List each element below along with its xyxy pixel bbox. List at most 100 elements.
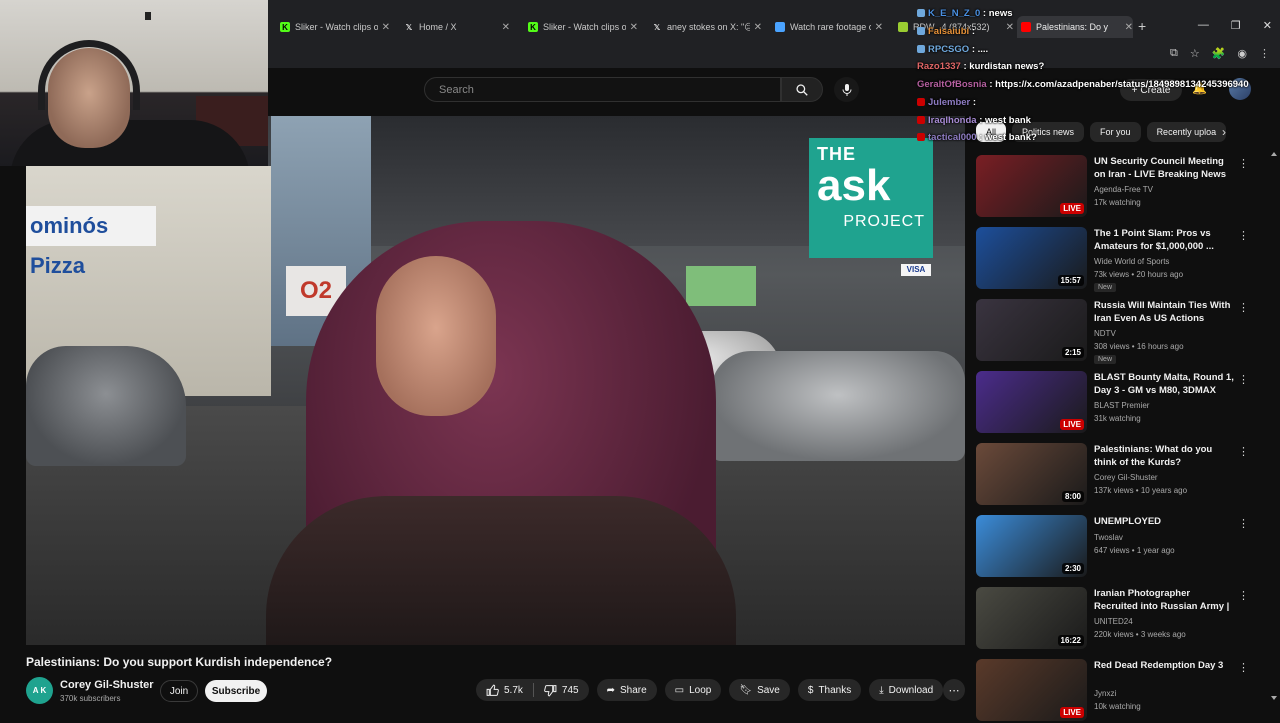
recommended-video-title[interactable]: The 1 Point Slam: Pros vs Amateurs for $…: [1094, 227, 1234, 253]
channel-name[interactable]: Corey Gil-Shuster: [60, 679, 154, 691]
search-button[interactable]: [781, 77, 823, 102]
thanks-button[interactable]: $ Thanks: [797, 679, 862, 701]
bookmark-star-icon[interactable]: ☆: [1190, 47, 1200, 60]
browser-tab[interactable]: 𝕏aney stokes on X: "😑 ✕: [648, 16, 762, 38]
recommended-video[interactable]: 8:00 Palestinians: What do you think of t…: [976, 443, 1256, 507]
video-thumbnail[interactable]: LIVE: [976, 659, 1087, 721]
kebab-menu-icon[interactable]: ⋮: [1238, 661, 1249, 674]
recommended-video[interactable]: LIVE BLAST Bounty Malta, Round 1, Day 3 -…: [976, 371, 1256, 435]
kebab-menu-icon[interactable]: ⋮: [1238, 445, 1249, 458]
kebab-menu-icon[interactable]: ⋮: [1238, 373, 1249, 386]
download-button[interactable]: ⤓ Download: [869, 679, 944, 701]
duration-badge: 2:15: [1061, 347, 1084, 358]
profile-icon[interactable]: ◉: [1237, 47, 1247, 60]
sidebar-scrollbar[interactable]: [1271, 152, 1277, 700]
recommended-video-title[interactable]: Red Dead Redemption Day 3: [1094, 659, 1234, 672]
save-button[interactable]: 🔖︎ Save: [729, 679, 790, 701]
recommended-video-title[interactable]: UNEMPLOYED: [1094, 515, 1234, 528]
recommended-video[interactable]: LIVE Red Dead Redemption Day 3 Jynxzi 10k w…: [976, 659, 1256, 723]
kebab-menu-icon[interactable]: ⋮: [1238, 589, 1249, 602]
recommended-video-title[interactable]: Iranian Photographer Recruited into Russ…: [1094, 587, 1234, 614]
browser-tab[interactable]: Palestinians: Do y ✕: [1017, 16, 1133, 38]
loop-button[interactable]: ▭ Loop: [664, 679, 722, 701]
recommended-channel-name[interactable]: Twoslav: [1094, 533, 1123, 542]
browser-tab[interactable]: K Sliker - Watch clips o ✕: [276, 16, 390, 38]
close-tab-icon[interactable]: ✕: [502, 22, 510, 33]
join-button[interactable]: Join: [160, 680, 198, 702]
close-tab-icon[interactable]: ✕: [1006, 22, 1014, 33]
video-thumbnail[interactable]: 8:00: [976, 443, 1087, 505]
recommended-video[interactable]: 2:15 Russia Will Maintain Ties With Iran …: [976, 299, 1256, 364]
close-tab-icon[interactable]: ✕: [1125, 22, 1133, 33]
minimize-icon[interactable]: —: [1198, 19, 1209, 32]
video-player[interactable]: ominós Pizza O2 THE ask PROJECT VISA: [26, 116, 965, 645]
browser-tab-title: Palestinians: Do y: [1036, 22, 1109, 32]
loop-label: Loop: [689, 684, 712, 696]
browser-tab[interactable]: Watch rare footage o ✕: [771, 16, 883, 38]
browser-tab-title: aney stokes on X: "😑: [667, 21, 750, 32]
extension-icon[interactable]: 🧩: [1212, 47, 1226, 60]
kebab-menu-icon[interactable]: ⋮: [1238, 229, 1249, 242]
filter-chip[interactable]: Politics news: [1012, 122, 1085, 142]
new-tab-button[interactable]: +: [1138, 18, 1146, 34]
create-button[interactable]: + Create: [1120, 79, 1182, 101]
dislike-button[interactable]: 745: [534, 679, 589, 701]
close-tab-icon[interactable]: ✕: [630, 22, 638, 33]
recommended-video-title[interactable]: Palestinians: What do you think of the K…: [1094, 443, 1234, 469]
close-tab-icon[interactable]: ✕: [754, 22, 762, 33]
kebab-menu-icon[interactable]: ⋮: [1238, 157, 1249, 170]
filter-chip[interactable]: For you: [1090, 122, 1141, 142]
account-avatar[interactable]: [1229, 78, 1251, 100]
video-thumbnail[interactable]: 2:15: [976, 299, 1087, 361]
create-label: Create: [1140, 84, 1171, 96]
recommended-video[interactable]: LIVE UN Security Council Meeting on Iran …: [976, 155, 1256, 219]
kebab-menu-icon[interactable]: ⋮: [1238, 517, 1249, 530]
dollar-heart-icon: $: [807, 684, 814, 696]
browser-menu-icon[interactable]: ⋮: [1259, 47, 1270, 60]
voice-search-button[interactable]: [834, 77, 859, 102]
person-body: [266, 496, 736, 645]
dominos-sign: ominós Pizza: [26, 206, 156, 278]
share-button[interactable]: ➦ Share: [596, 679, 657, 701]
recommended-video[interactable]: 2:30 UNEMPLOYED Twoslav 647 views • 1 year …: [976, 515, 1256, 579]
download-label: Download: [888, 684, 934, 696]
recommended-video-title[interactable]: Russia Will Maintain Ties With Iran Even…: [1094, 299, 1234, 326]
kebab-menu-icon[interactable]: ⋮: [1238, 301, 1249, 314]
video-thumbnail[interactable]: 2:30: [976, 515, 1087, 577]
recommended-video-title[interactable]: UN Security Council Meeting on Iran - LI…: [1094, 155, 1234, 182]
ask-project-logo: THE ask PROJECT: [809, 138, 933, 258]
recommended-channel-name[interactable]: Jynxzi: [1094, 689, 1116, 698]
video-thumbnail[interactable]: 16:22: [976, 587, 1087, 649]
like-button[interactable]: 5.7k: [476, 679, 533, 701]
subscribe-button[interactable]: Subscribe: [205, 680, 267, 702]
recommended-video[interactable]: 15:57 The 1 Point Slam: Pros vs Amateurs …: [976, 227, 1256, 292]
chevron-right-icon[interactable]: ›: [1222, 125, 1226, 139]
recommended-video[interactable]: 16:22 Iranian Photographer Recruited into…: [976, 587, 1256, 651]
recommended-channel-name[interactable]: BLAST Premier: [1094, 401, 1149, 410]
video-thumbnail[interactable]: 15:57: [976, 227, 1087, 289]
recommended-video-title[interactable]: BLAST Bounty Malta, Round 1, Day 3 - GM …: [1094, 371, 1234, 398]
restore-icon[interactable]: ❐: [1231, 19, 1241, 32]
webcam-person-body: [10, 120, 250, 166]
filter-chip[interactable]: All: [976, 122, 1007, 142]
search-input[interactable]: Search: [424, 77, 781, 102]
install-icon[interactable]: ⧉: [1170, 47, 1178, 60]
browser-tab[interactable]: K Sliker - Watch clips o ✕: [524, 16, 638, 38]
recommended-channel-name[interactable]: Wide World of Sports: [1094, 257, 1169, 266]
close-window-icon[interactable]: ✕: [1263, 19, 1272, 32]
recommended-channel-name[interactable]: NDTV: [1094, 329, 1116, 338]
recommended-channel-name[interactable]: Agenda-Free TV: [1094, 185, 1153, 194]
video-thumbnail[interactable]: LIVE: [976, 155, 1087, 217]
video-thumbnail[interactable]: LIVE: [976, 371, 1087, 433]
recommended-channel-name[interactable]: Corey Gil-Shuster: [1094, 473, 1158, 482]
channel-avatar[interactable]: A K: [26, 677, 53, 704]
recommended-channel-name[interactable]: UNITED24: [1094, 617, 1133, 626]
browser-tab[interactable]: RDW...4 (874x532) ✕: [894, 16, 1014, 38]
filter-chip[interactable]: Recently uploa: [1146, 122, 1227, 142]
browser-tab[interactable]: 𝕏 Home / X ✕: [400, 16, 510, 38]
more-actions-button[interactable]: ⋯: [943, 679, 965, 701]
notifications-bell-icon[interactable]: 🔔: [1192, 81, 1207, 95]
close-tab-icon[interactable]: ✕: [382, 22, 390, 33]
close-tab-icon[interactable]: ✕: [875, 22, 883, 33]
visa-sign: VISA: [901, 264, 931, 276]
